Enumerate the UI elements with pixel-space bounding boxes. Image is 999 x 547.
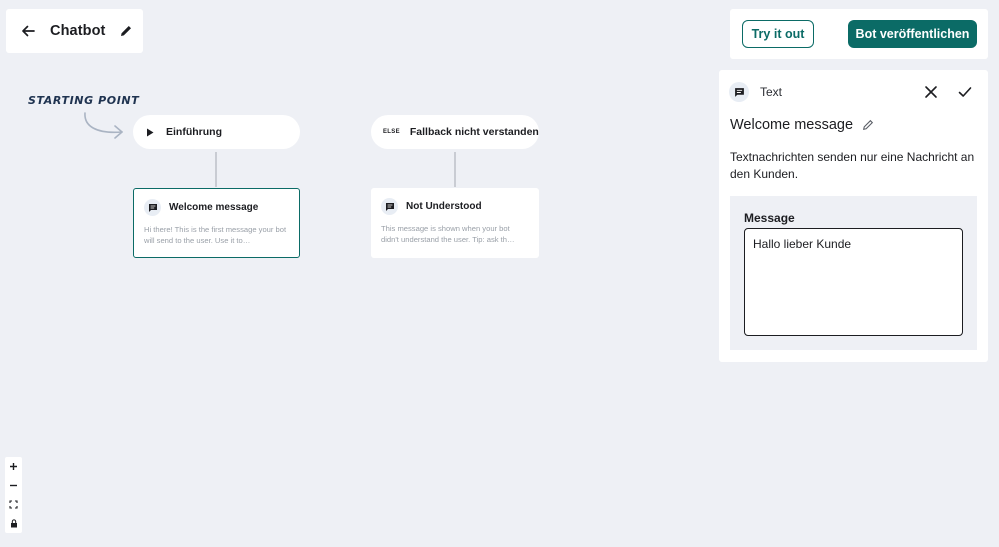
zoom-in-button[interactable] [5,457,22,476]
title-bar: Chatbot [6,9,143,53]
panel-description: Textnachrichten senden nur eine Nachrich… [730,150,975,181]
not-understood-node[interactable]: Not Understood This message is shown whe… [371,188,539,258]
starting-point-label: STARTING POINT [28,94,140,107]
publish-bot-button[interactable]: Bot veröffentlichen [848,20,977,48]
message-section: Message Hallo lieber Kunde [730,196,977,350]
try-it-out-button[interactable]: Try it out [742,20,814,48]
zoom-in-icon [10,463,17,470]
starting-point-arrow-icon [84,112,123,139]
not-understood-node-title: Not Understood [406,201,482,212]
node-editor-panel: Text Welcome message Textnachrichten sen… [719,70,988,362]
fit-view-icon [9,500,18,509]
connector-line [454,152,456,187]
node-type-label: Text [760,85,783,99]
else-tag: ELSE [383,129,400,135]
zoom-controls [5,457,22,533]
back-arrow-icon[interactable] [20,23,36,39]
intro-node-label: Einführung [166,126,222,138]
close-icon[interactable] [924,85,938,99]
zoom-out-button[interactable] [5,476,22,495]
chat-bubble-icon [144,199,161,216]
play-icon [147,128,154,136]
zoom-out-icon [10,484,17,487]
edit-title-pencil-icon[interactable] [119,24,133,38]
fallback-trigger-node[interactable]: ELSE Fallback nicht verstanden [371,115,539,149]
welcome-node-preview: Hi there! This is the first message your… [144,225,287,245]
lock-button[interactable] [5,514,22,533]
edit-name-pencil-icon[interactable] [862,119,874,131]
welcome-message-node[interactable]: Welcome message Hi there! This is the fi… [133,188,300,258]
check-icon[interactable] [958,85,972,99]
fallback-node-label: Fallback nicht verstanden [409,126,539,138]
chat-bubble-icon [729,82,749,102]
message-textarea[interactable]: Hallo lieber Kunde [744,228,963,336]
not-understood-node-preview: This message is shown when your bot didn… [381,224,515,244]
panel-title: Welcome message [730,117,874,133]
fit-view-button[interactable] [5,495,22,514]
message-label: Message [744,211,795,225]
intro-trigger-node[interactable]: Einführung [133,115,300,149]
lock-icon [10,519,17,528]
panel-node-name: Welcome message [730,117,854,133]
header-actions: Try it out Bot veröffentlichen [730,9,988,59]
connector-line [215,152,217,187]
chat-bubble-icon [381,198,398,215]
welcome-node-title: Welcome message [169,202,259,213]
chatbot-title: Chatbot [50,23,106,39]
